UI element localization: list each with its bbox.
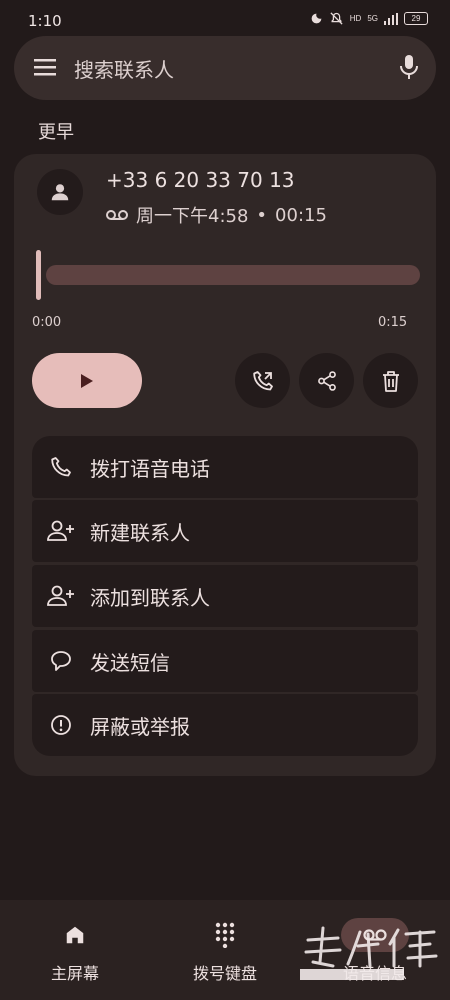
battery-level: 29 bbox=[411, 14, 421, 23]
add-person-icon bbox=[47, 585, 74, 606]
delete-button[interactable] bbox=[363, 353, 418, 408]
home-icon bbox=[66, 926, 84, 944]
menu-icon[interactable] bbox=[34, 57, 56, 77]
voicemail-meta: 周一下午4:58 • 00:15 bbox=[106, 202, 327, 228]
trash-icon bbox=[382, 370, 399, 392]
nav-icon-container bbox=[41, 918, 109, 952]
action-label: 拨打语音电话 bbox=[90, 456, 210, 481]
scrub-handle[interactable] bbox=[36, 250, 41, 300]
nav-dialpad[interactable]: 拨号键盘 bbox=[150, 900, 300, 1000]
action-block-report[interactable]: 屏蔽或举报 bbox=[32, 694, 418, 756]
nav-label: 拨号键盘 bbox=[192, 964, 257, 983]
nav-home[interactable]: 主屏幕 bbox=[0, 900, 150, 1000]
share-button[interactable] bbox=[299, 353, 354, 408]
play-icon bbox=[81, 373, 93, 388]
action-voice-call[interactable]: 拨打语音电话 bbox=[32, 436, 418, 498]
mute-icon bbox=[330, 12, 343, 25]
action-label: 屏蔽或举报 bbox=[90, 714, 190, 739]
mic-icon[interactable] bbox=[398, 54, 420, 80]
share-icon bbox=[317, 370, 336, 391]
action-send-sms[interactable]: 发送短信 bbox=[32, 630, 418, 692]
action-label: 添加到联系人 bbox=[90, 585, 210, 610]
person-icon bbox=[51, 184, 69, 201]
action-new-contact[interactable]: 新建联系人 bbox=[32, 500, 418, 562]
watermark-logo bbox=[300, 926, 438, 980]
action-add-to-contact[interactable]: 添加到联系人 bbox=[32, 565, 418, 627]
nav-label: 主屏幕 bbox=[50, 964, 99, 983]
phone-callback-icon bbox=[252, 370, 273, 390]
section-header: 更早 bbox=[38, 122, 74, 143]
search-input[interactable]: 搜索联系人 bbox=[74, 54, 174, 83]
volte-icon: HD bbox=[349, 14, 362, 23]
status-time: 1:10 bbox=[28, 12, 62, 30]
moon-icon bbox=[311, 13, 322, 24]
report-icon bbox=[51, 715, 71, 735]
play-button[interactable] bbox=[32, 353, 142, 408]
action-label: 新建联系人 bbox=[90, 520, 190, 545]
voicemail-icon bbox=[106, 210, 128, 220]
voicemail-duration: 00:15 bbox=[275, 204, 327, 226]
call-back-button[interactable] bbox=[235, 353, 290, 408]
message-icon bbox=[51, 651, 71, 671]
dialpad-icon bbox=[215, 922, 235, 948]
separator: • bbox=[256, 204, 268, 226]
time-elapsed: 0:00 bbox=[32, 315, 62, 330]
action-label: 发送短信 bbox=[90, 650, 170, 675]
signal-icon bbox=[384, 12, 398, 25]
battery-icon: 29 bbox=[404, 12, 428, 25]
phone-icon bbox=[51, 457, 71, 477]
avatar[interactable] bbox=[37, 169, 83, 215]
phone-number: +33 6 20 33 70 13 bbox=[106, 168, 295, 192]
status-icons: HD 5G 29 bbox=[310, 11, 428, 26]
playback-track[interactable] bbox=[46, 265, 420, 285]
signal-label: 5G bbox=[367, 14, 378, 23]
time-total: 0:15 bbox=[378, 315, 408, 330]
add-person-icon bbox=[47, 520, 74, 541]
voicemail-datetime: 周一下午4:58 bbox=[136, 206, 249, 227]
nav-icon-container bbox=[191, 918, 259, 952]
